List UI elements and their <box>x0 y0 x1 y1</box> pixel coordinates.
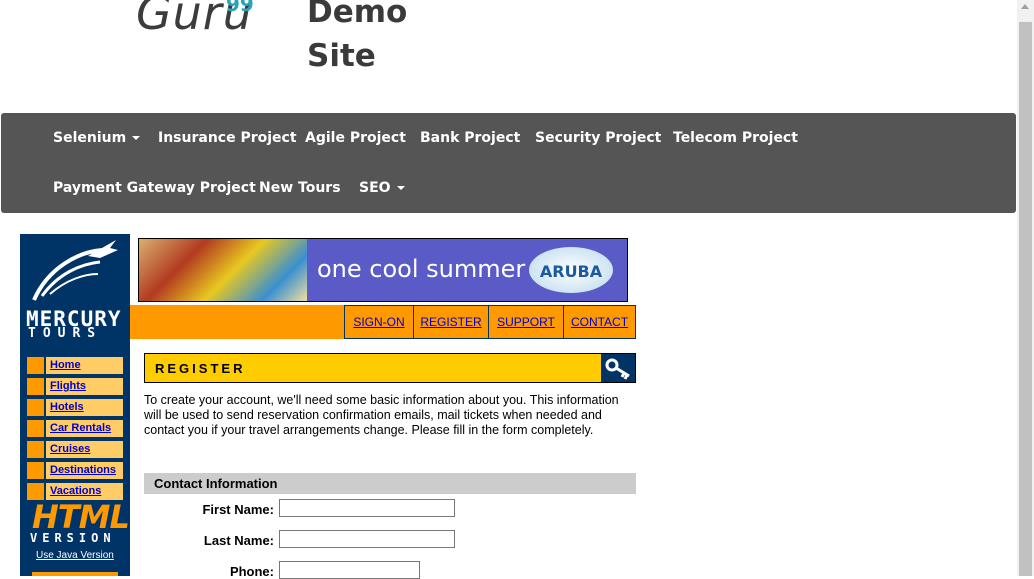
register-title: REGISTER <box>155 361 246 376</box>
site-title: Demo Site <box>307 0 408 74</box>
side-link-hotels[interactable]: Hotels <box>45 398 124 417</box>
nav-new-tours[interactable]: New Tours <box>259 180 341 196</box>
side-menu: Home Flights Hotels Car Rentals Cruises … <box>25 355 125 502</box>
first-name-label: First Name: <box>202 502 274 517</box>
side-menu-item: Hotels <box>25 397 125 418</box>
key-icon <box>601 354 635 382</box>
menu-bullet <box>26 398 45 417</box>
chevron-down-icon <box>396 186 405 190</box>
nav-agile-project[interactable]: Agile Project <box>305 130 406 146</box>
mercury-tours-frame: MERCURY TOURS Home Flights Hotels Car Re… <box>20 234 636 579</box>
sidebar-orange-strip <box>32 572 118 576</box>
nav-security-project[interactable]: Security Project <box>535 130 661 146</box>
side-menu-item: Home <box>25 355 125 376</box>
aruba-logo: ARUBA <box>529 247 613 293</box>
menu-bullet <box>26 461 45 480</box>
side-link-cruises[interactable]: Cruises <box>45 440 124 459</box>
scroll-up-arrow-icon[interactable] <box>1021 4 1029 9</box>
plane-logo-icon <box>32 240 118 301</box>
nav-bank-project[interactable]: Bank Project <box>420 130 520 146</box>
last-name-label: Last Name: <box>203 533 274 548</box>
guru99-logo-superscript: 99 <box>226 0 254 16</box>
page-scrollbar[interactable] <box>1017 0 1034 576</box>
banner-text: one cool summer <box>317 255 526 283</box>
menu-bullet <box>26 440 45 459</box>
support-link[interactable]: SUPPORT <box>488 305 564 339</box>
register-intro-text: To create your account, we'll need some … <box>144 393 619 437</box>
scrollbar-thumb[interactable] <box>1019 22 1032 576</box>
side-link-flights[interactable]: Flights <box>45 377 124 396</box>
mercury-sidebar: MERCURY TOURS Home Flights Hotels Car Re… <box>20 234 130 576</box>
aruba-banner[interactable]: one cool summer ARUBA <box>138 238 628 302</box>
menu-bullet <box>26 419 45 438</box>
side-menu-item: Cruises <box>25 439 125 460</box>
contact-link[interactable]: CONTACT <box>563 305 636 339</box>
menu-bullet <box>26 356 45 375</box>
side-menu-item: Car Rentals <box>25 418 125 439</box>
register-link[interactable]: REGISTER <box>413 305 489 339</box>
register-header: REGISTER <box>144 353 636 383</box>
side-link-home[interactable]: Home <box>45 356 124 375</box>
nav-payment-gateway-project[interactable]: Payment Gateway Project <box>53 180 256 196</box>
side-link-destinations[interactable]: Destinations <box>45 461 124 480</box>
banner-photo <box>139 239 307 301</box>
nav-selenium-dropdown[interactable]: Selenium <box>53 130 141 146</box>
nav-telecom-project[interactable]: Telecom Project <box>673 130 798 146</box>
nav-insurance-project[interactable]: Insurance Project <box>158 130 297 146</box>
first-name-input[interactable] <box>279 499 455 517</box>
main-navbar: Selenium Insurance Project Agile Project… <box>1 113 1016 213</box>
version-label: VERSION <box>30 531 116 545</box>
tours-brand: TOURS <box>28 326 103 341</box>
contact-information-header: Contact Information <box>144 473 636 494</box>
chevron-down-icon <box>132 136 141 140</box>
side-menu-item: Flights <box>25 376 125 397</box>
last-name-input[interactable] <box>279 530 455 548</box>
side-link-car-rentals[interactable]: Car Rentals <box>45 419 124 438</box>
menu-bullet <box>26 377 45 396</box>
use-java-version-link[interactable]: Use Java Version <box>36 550 114 561</box>
side-menu-item: Destinations <box>25 460 125 481</box>
phone-input[interactable] <box>279 561 420 579</box>
sign-on-link[interactable]: SIGN-ON <box>344 305 414 339</box>
nav-seo-dropdown[interactable]: SEO <box>359 180 405 196</box>
phone-label: Phone: <box>229 564 274 579</box>
